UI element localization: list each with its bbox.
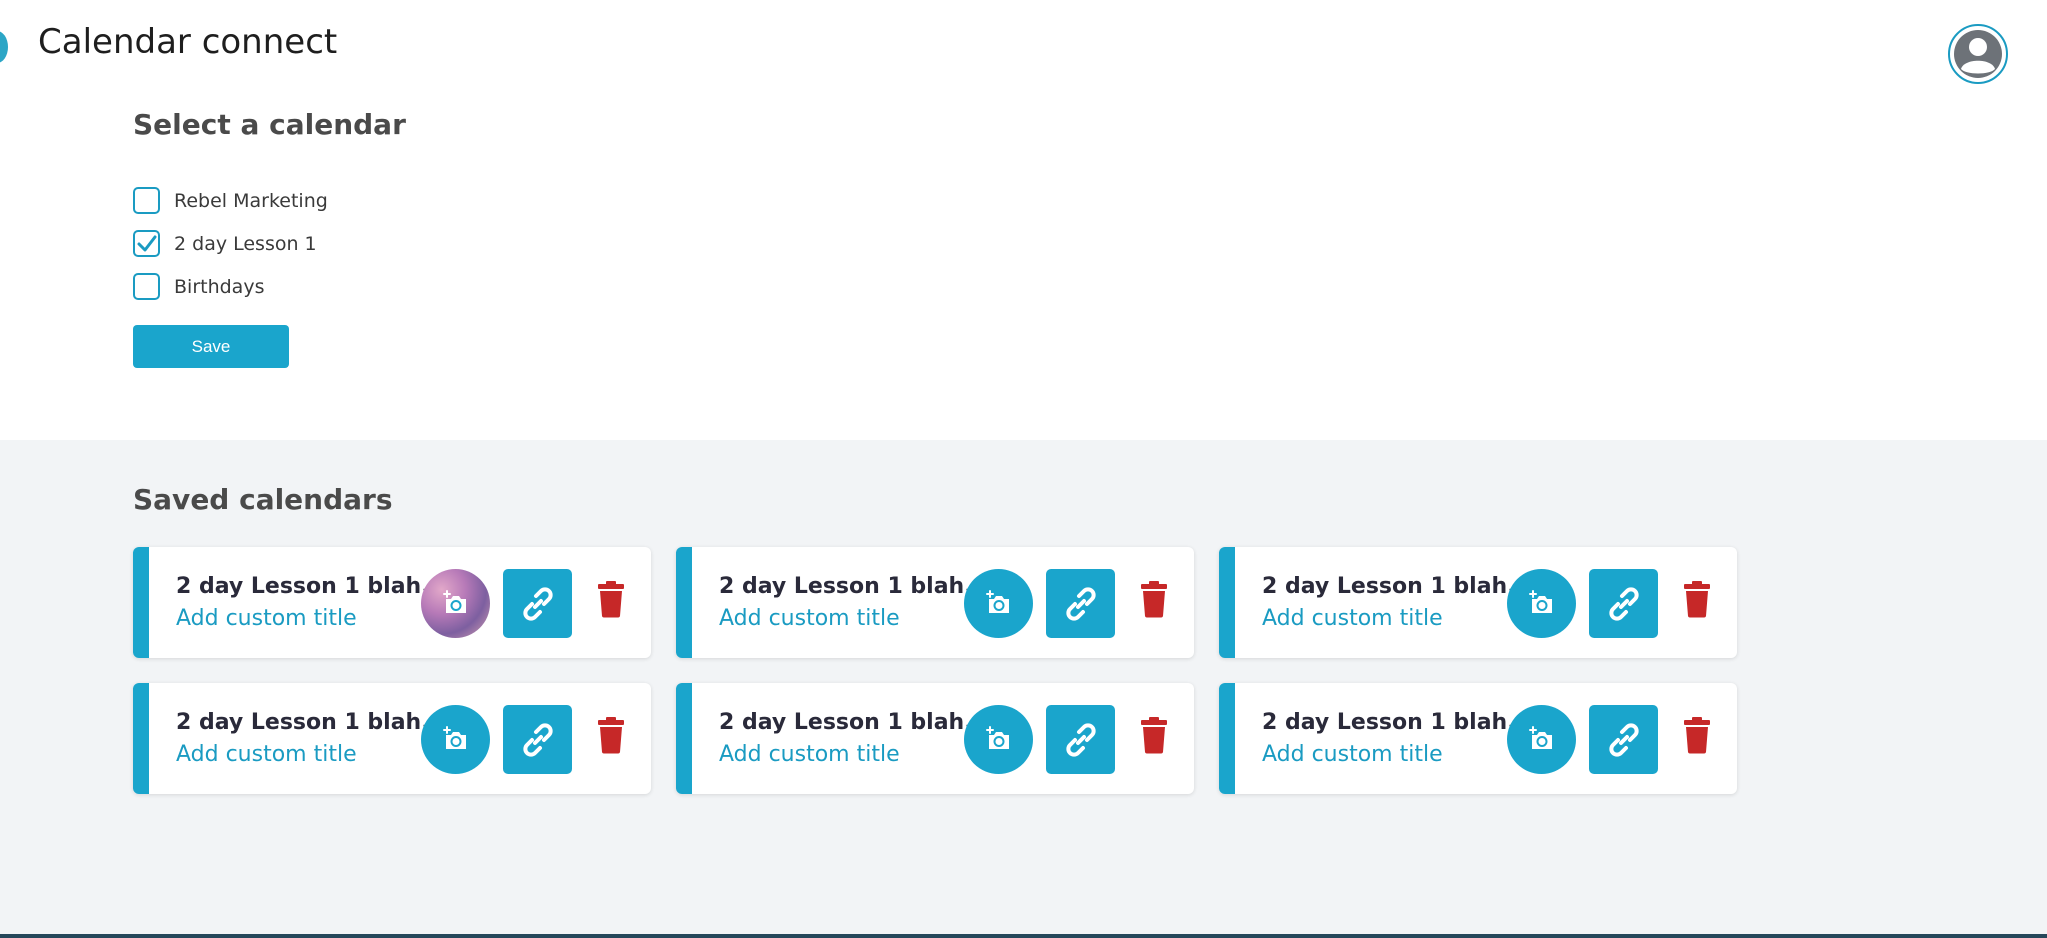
bottom-divider [0, 934, 2047, 938]
delete-button[interactable] [1139, 579, 1169, 619]
calendar-option-label: 2 day Lesson 1 [174, 232, 317, 255]
calendar-option[interactable]: 2 day Lesson 1 [133, 222, 328, 265]
trash-icon [1141, 581, 1167, 618]
calendar-option[interactable]: Rebel Marketing [133, 179, 328, 222]
saved-calendar-grid: 2 day Lesson 1 blah... Add custom title … [133, 547, 1737, 794]
delete-button[interactable] [596, 715, 626, 755]
add-photo-button[interactable] [1507, 569, 1576, 638]
add-photo-icon [1528, 589, 1552, 613]
link-button[interactable] [1589, 705, 1658, 774]
add-custom-title-link[interactable]: Add custom title [176, 742, 357, 767]
link-icon [1065, 586, 1096, 621]
link-button[interactable] [503, 569, 572, 638]
link-icon [522, 586, 553, 621]
card-accent-bar [1219, 547, 1235, 658]
calendar-checkbox-list: Rebel Marketing 2 day Lesson 1 Birthdays [133, 179, 328, 308]
saved-calendar-card: 2 day Lesson 1 blah... Add custom title [676, 547, 1194, 658]
calendar-checkbox[interactable] [133, 230, 160, 257]
saved-calendar-card: 2 day Lesson 1 blah... Add custom title [1219, 547, 1737, 658]
link-button[interactable] [1046, 705, 1115, 774]
add-photo-button[interactable] [1507, 705, 1576, 774]
add-photo-icon [985, 589, 1009, 613]
calendar-select-panel: Calendar connect Select a calendar Rebel… [0, 0, 2047, 440]
card-calendar-name: 2 day Lesson 1 blah... [719, 574, 990, 599]
delete-button[interactable] [1682, 715, 1712, 755]
delete-button[interactable] [596, 579, 626, 619]
saved-calendar-card: 2 day Lesson 1 blah... Add custom title [1219, 683, 1737, 794]
link-button[interactable] [1046, 569, 1115, 638]
calendar-checkbox[interactable] [133, 273, 160, 300]
saved-calendar-card: 2 day Lesson 1 blah... Add custom title [133, 683, 651, 794]
add-photo-icon [1528, 725, 1552, 749]
trash-icon [598, 717, 624, 754]
trash-icon [1141, 717, 1167, 754]
saved-calendar-card: 2 day Lesson 1 blah... Add custom title [676, 683, 1194, 794]
add-custom-title-link[interactable]: Add custom title [1262, 742, 1443, 767]
trash-icon [598, 581, 624, 618]
brand-logo [0, 31, 8, 63]
card-accent-bar [1219, 683, 1235, 794]
link-icon [1065, 722, 1096, 757]
add-custom-title-link[interactable]: Add custom title [719, 742, 900, 767]
link-icon [1608, 722, 1639, 757]
card-accent-bar [133, 683, 149, 794]
calendar-option-label: Rebel Marketing [174, 189, 328, 212]
add-photo-icon [442, 589, 466, 613]
calendar-option[interactable]: Birthdays [133, 265, 328, 308]
add-photo-icon [985, 725, 1009, 749]
card-accent-bar [676, 547, 692, 658]
user-avatar-button[interactable] [1948, 24, 2008, 84]
save-button[interactable]: Save [133, 325, 289, 368]
add-photo-button[interactable] [964, 705, 1033, 774]
link-icon [522, 722, 553, 757]
delete-button[interactable] [1682, 579, 1712, 619]
add-custom-title-link[interactable]: Add custom title [719, 606, 900, 631]
delete-button[interactable] [1139, 715, 1169, 755]
card-calendar-name: 2 day Lesson 1 blah... [176, 574, 447, 599]
add-custom-title-link[interactable]: Add custom title [1262, 606, 1443, 631]
saved-calendar-card: 2 day Lesson 1 blah... Add custom title [133, 547, 651, 658]
card-calendar-name: 2 day Lesson 1 blah... [176, 710, 447, 735]
card-calendar-name: 2 day Lesson 1 blah... [1262, 574, 1533, 599]
card-calendar-name: 2 day Lesson 1 blah... [1262, 710, 1533, 735]
add-photo-button[interactable] [964, 569, 1033, 638]
link-icon [1608, 586, 1639, 621]
card-calendar-name: 2 day Lesson 1 blah... [719, 710, 990, 735]
add-photo-button[interactable] [421, 569, 490, 638]
saved-calendars-heading: Saved calendars [133, 483, 393, 516]
user-circle-icon [1954, 30, 2002, 78]
link-button[interactable] [503, 705, 572, 774]
add-custom-title-link[interactable]: Add custom title [176, 606, 357, 631]
page-title: Calendar connect [38, 22, 338, 62]
calendar-checkbox[interactable] [133, 187, 160, 214]
card-accent-bar [133, 547, 149, 658]
checkmark-icon [137, 235, 156, 251]
trash-icon [1684, 581, 1710, 618]
calendar-option-label: Birthdays [174, 275, 265, 298]
select-calendar-heading: Select a calendar [133, 108, 406, 141]
link-button[interactable] [1589, 569, 1658, 638]
add-photo-icon [442, 725, 466, 749]
add-photo-button[interactable] [421, 705, 490, 774]
trash-icon [1684, 717, 1710, 754]
card-accent-bar [676, 683, 692, 794]
